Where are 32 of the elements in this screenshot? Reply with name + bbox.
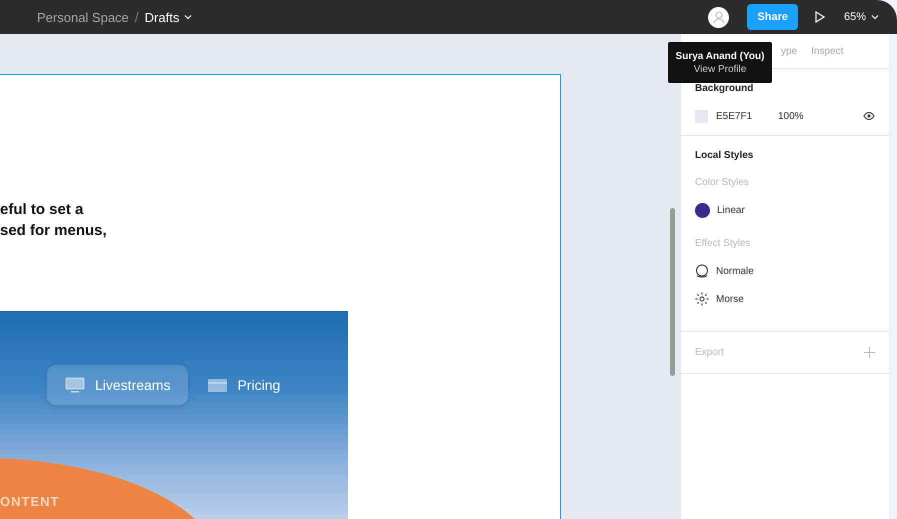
hero-caption: ONTENT bbox=[0, 494, 60, 509]
frame-text-line: sed for menus, bbox=[0, 221, 108, 241]
hex-value[interactable]: E5E7F1 bbox=[716, 110, 778, 122]
avatar-icon[interactable] bbox=[708, 6, 730, 28]
breadcrumb-link[interactable]: Personal Space bbox=[37, 10, 129, 24]
effect-style-item[interactable]: Normale bbox=[695, 263, 875, 279]
nav-item[interactable]: Pricing bbox=[190, 365, 298, 405]
chevron-down-icon bbox=[184, 14, 192, 20]
tooltip-subtitle: View Profile bbox=[694, 64, 746, 74]
chevron-down-icon bbox=[871, 14, 879, 20]
tooltip-title: Surya Anand (You) bbox=[676, 50, 764, 62]
sun-icon bbox=[695, 292, 709, 306]
play-icon[interactable] bbox=[814, 11, 825, 23]
breadcrumb-separator: / bbox=[134, 9, 139, 25]
scrollbar[interactable] bbox=[670, 208, 675, 376]
section-heading: Local Styles bbox=[695, 150, 754, 161]
frame-text-line: eful to set a bbox=[0, 200, 84, 220]
subsection-label: Color Styles bbox=[695, 177, 750, 188]
section-heading: Background bbox=[695, 83, 754, 94]
section-heading: Export bbox=[695, 347, 724, 358]
selected-frame[interactable]: eful to set a sed for menus, Livestreams Pricing ONTENT bbox=[0, 74, 561, 519]
zoom-menu[interactable]: 65% bbox=[844, 11, 879, 23]
color-swatch[interactable] bbox=[695, 110, 708, 122]
monitor-icon bbox=[65, 377, 85, 393]
color-style-item[interactable]: Linear bbox=[695, 202, 875, 218]
file-name-menu[interactable]: Drafts bbox=[144, 10, 192, 24]
subsection-label: Effect Styles bbox=[695, 238, 752, 249]
eye-icon[interactable] bbox=[863, 112, 875, 120]
effect-style-item[interactable]: Morse bbox=[695, 291, 875, 307]
card-icon bbox=[208, 378, 228, 392]
drop-shadow-icon bbox=[695, 264, 709, 278]
opacity-value[interactable]: 100% bbox=[778, 110, 804, 122]
